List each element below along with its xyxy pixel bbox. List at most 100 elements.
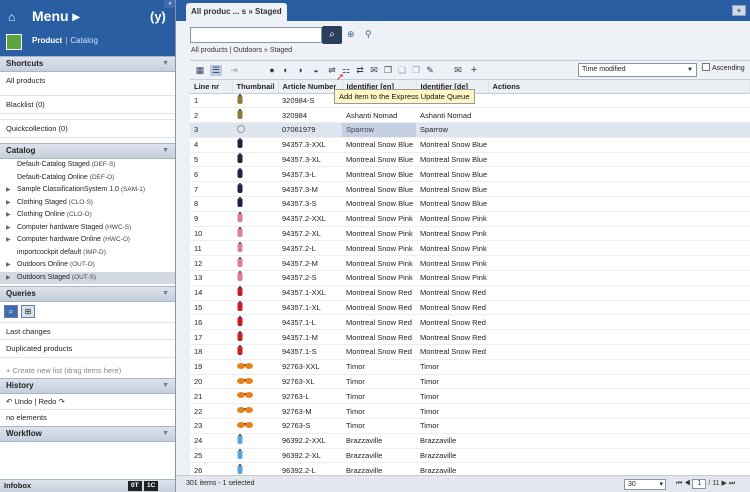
product-thumbnail-icon[interactable] [236, 345, 244, 358]
grid-view-icon[interactable]: ▦ [194, 65, 206, 76]
product-thumbnail-icon[interactable] [236, 138, 244, 151]
expand-arrow-icon[interactable]: ▶ [6, 274, 11, 281]
perspective-product[interactable]: Product [32, 36, 62, 45]
catalog-header[interactable]: Catalog ▼ [0, 143, 175, 159]
advanced-search-icon[interactable]: ⚲ [365, 29, 372, 40]
expand-arrow-icon[interactable]: ▶ [6, 211, 11, 218]
product-thumbnail-icon[interactable] [236, 241, 244, 255]
product-thumbnail-icon[interactable] [236, 227, 244, 240]
menu-title[interactable]: Menu ▸ [32, 8, 79, 25]
table-row[interactable]: 18 94357.1-S Montreal Snow Red Montreal Sno… [190, 344, 750, 360]
collapse-icon[interactable]: ▼ [162, 379, 169, 393]
page-number-input[interactable]: 1 [692, 479, 707, 489]
comment-icon[interactable]: ✉ [368, 65, 380, 76]
table-row[interactable]: 14 94357.1-XXL Montreal Snow Red Montreal S… [190, 285, 750, 301]
duplicate-icon[interactable]: ❏ [396, 65, 408, 76]
approval-icon[interactable]: ◑ [294, 65, 306, 76]
catalog-item[interactable]: Default-Catalog Online (DEF-O) [0, 172, 175, 185]
status-icon[interactable]: ● [266, 65, 278, 76]
table-row[interactable]: 12 94357.2-M Montreal Snow Pink Montreal Sn… [190, 255, 750, 272]
perspective-catalog[interactable]: Catalog [70, 36, 98, 45]
table-row[interactable]: 26 96392.2-L Brazzaville Brazzaville [190, 462, 750, 475]
infobox-bar[interactable]: Infobox 0T 1C [0, 479, 175, 492]
sort-select[interactable]: Time modified ▼ [578, 63, 697, 77]
table-row[interactable]: 17 94357.1-M Montreal Snow Red Montreal Sno… [190, 329, 750, 346]
table-row[interactable]: 2 320984 Ashanti Nomad Ashanti Nomad [190, 107, 750, 124]
catalog-item[interactable]: ▶ Outdoors Staged (OUT-S) [0, 271, 175, 284]
shortcut-quickcollection[interactable]: Quickcollection (0) [0, 119, 175, 138]
catalog-item[interactable]: ▶ Sample ClassificationSystem 1.0 (SAM-1) [0, 184, 175, 197]
ascending-checkbox[interactable]: Ascending [702, 63, 745, 72]
queries-header[interactable]: Queries ▼ [0, 286, 175, 302]
expand-arrow-icon[interactable]: ▶ [6, 261, 11, 268]
product-thumbnail-icon[interactable] [236, 153, 244, 166]
table-row[interactable]: 3 07061979 Sparrow Sparrow [190, 122, 750, 138]
search-button[interactable]: ⌕ [322, 26, 342, 44]
shortcuts-header[interactable]: Shortcuts ▼ [0, 56, 175, 72]
product-thumbnail-icon[interactable] [236, 376, 254, 388]
table-row[interactable]: 21 92763-L Timor Timor [190, 388, 750, 405]
table-row[interactable]: 11 94357.2-L Montreal Snow Pink Montreal Sn… [190, 240, 750, 257]
list-view-icon[interactable]: ☰ [210, 65, 222, 76]
catalog-item[interactable]: ▶ Outdoors Online (OUT-O) [0, 259, 175, 272]
query-last-changes[interactable]: Last changes [0, 322, 175, 340]
redo-button[interactable]: Redo [38, 397, 56, 406]
create-list-hint[interactable]: + Create new list (drag items here) [0, 358, 175, 378]
sync-icon[interactable]: ◒ [310, 65, 322, 76]
translate-icon[interactable]: ⇄ [354, 65, 366, 76]
home-icon[interactable]: ⌂ [8, 10, 15, 24]
collapse-icon[interactable]: ▼ [162, 287, 169, 301]
collapse-sidebar-button[interactable]: « [164, 0, 175, 8]
undo-icon[interactable]: ↶ [6, 397, 12, 406]
checkbox-icon[interactable] [702, 63, 710, 71]
message-icon[interactable]: ✉ [452, 65, 464, 76]
history-header[interactable]: History ▼ [0, 378, 175, 394]
expand-icon[interactable]: ⇥ [228, 65, 240, 76]
infobox-badge-comments[interactable]: 1C [144, 481, 159, 491]
collapse-icon[interactable]: ▼ [162, 57, 169, 71]
product-thumbnail-icon[interactable] [236, 286, 244, 299]
column-header[interactable]: Line nr [190, 80, 233, 94]
prev-page-icon[interactable]: ◀ [684, 480, 690, 487]
column-header[interactable]: Article Number [278, 80, 343, 94]
next-page-icon[interactable]: ▶ [722, 480, 727, 487]
column-header[interactable]: Actions [488, 80, 750, 94]
product-thumbnail-icon[interactable] [236, 449, 244, 462]
table-row[interactable]: 7 94357.3-M Montreal Snow Blue Montreal Sno… [190, 181, 750, 198]
column-header[interactable]: Thumbnail [232, 80, 279, 94]
product-thumbnail-icon[interactable] [236, 315, 244, 329]
table-row[interactable]: 19 92763-XXL Timor Timor [190, 359, 750, 375]
catalog-item[interactable]: ▶ Clothing Staged (CLO-S) [0, 197, 175, 210]
catalog-item[interactable]: ▶ Computer hardware Staged (HWC-S) [0, 222, 175, 235]
table-row[interactable]: 20 92763-XL Timor Timor [190, 374, 750, 390]
first-page-icon[interactable]: ⏮ [676, 480, 682, 487]
add-tab-icon[interactable]: + [732, 5, 746, 16]
table-row[interactable]: 4 94357.3-XXL Montreal Snow Blue Montreal S… [190, 137, 750, 153]
catalog-item[interactable]: ▶ Clothing Online (CLO-O) [0, 209, 175, 222]
shortcut-blacklist[interactable]: Blacklist (0) [0, 95, 175, 114]
collapse-icon[interactable]: ▼ [162, 144, 169, 158]
product-thumbnail-icon[interactable] [236, 420, 254, 432]
page-size-select[interactable]: 30 ▾ [624, 479, 666, 490]
collapse-icon[interactable]: ▼ [162, 427, 169, 441]
table-row[interactable]: 6 94357.3-L Montreal Snow Blue Montreal Sno… [190, 166, 750, 183]
edit-icon[interactable]: ✎ [424, 65, 436, 76]
table-row[interactable]: 8 94357.3-S Montreal Snow Blue Montreal Sno… [190, 196, 750, 212]
product-thumbnail-icon[interactable] [236, 390, 254, 402]
table-row[interactable]: 24 96392.2-XXL Brazzaville Brazzaville [190, 433, 750, 449]
workflow-header[interactable]: Workflow ▼ [0, 426, 175, 442]
product-thumbnail-icon[interactable] [236, 167, 244, 181]
table-row[interactable]: 10 94357.2-XL Montreal Snow Pink Montreal S… [190, 226, 750, 242]
product-thumbnail-icon[interactable] [236, 93, 244, 107]
search-input[interactable] [190, 27, 322, 43]
breadcrumb[interactable]: All products | Outdoors » Staged [191, 47, 292, 54]
table-row[interactable]: 13 94357.2-S Montreal Snow Pink Montreal Sn… [190, 270, 750, 286]
copy-icon[interactable]: ❐ [382, 65, 394, 76]
expand-arrow-icon[interactable]: ▶ [6, 186, 11, 193]
table-row[interactable]: 9 94357.2-XXL Montreal Snow Pink Montreal S… [190, 211, 750, 227]
search-icon[interactable]: ⌕ [4, 305, 18, 318]
last-page-icon[interactable]: ⏭ [729, 480, 735, 487]
tab-all-products-staged[interactable]: All produc ... s » Staged [186, 3, 287, 21]
product-thumbnail-icon[interactable] [236, 405, 254, 417]
table-row[interactable]: 23 92763-S Timor Timor [190, 418, 750, 434]
